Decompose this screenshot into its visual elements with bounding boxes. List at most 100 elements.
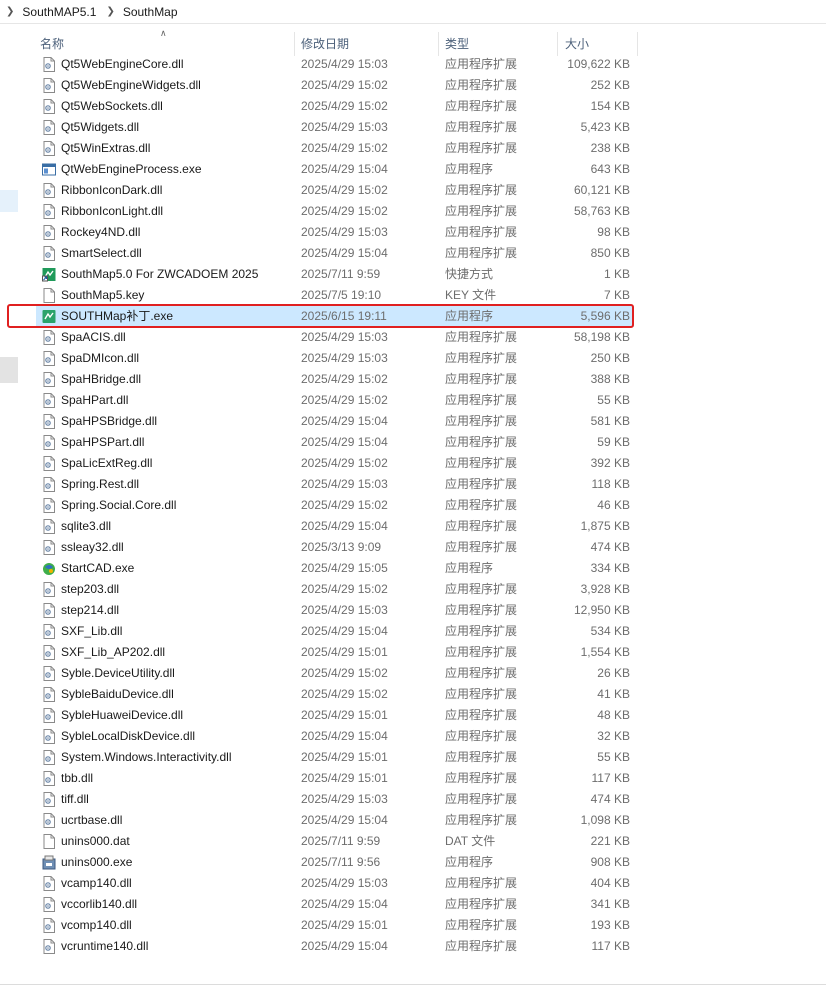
dll-icon (42, 330, 56, 345)
file-size: 534 KB (590, 624, 630, 638)
dll-icon (42, 120, 56, 135)
file-row[interactable]: Qt5WebEngineCore.dll 2025/4/29 15:03 应用程序扩… (36, 54, 634, 75)
chevron-right-icon[interactable]: ❯ (106, 6, 122, 17)
file-row[interactable]: vccorlib140.dll 2025/4/29 15:04 应用程序扩展 341 … (36, 894, 634, 915)
dll-icon (42, 414, 56, 429)
file-row[interactable]: SpaHPart.dll 2025/4/29 15:02 应用程序扩展 55 KB (36, 390, 634, 411)
file-name: StartCAD.exe (61, 561, 135, 575)
file-row[interactable]: SmartSelect.dll 2025/4/29 15:04 应用程序扩展 850 … (36, 243, 634, 264)
file-size: 643 KB (590, 162, 630, 176)
file-row[interactable]: vcamp140.dll 2025/4/29 15:03 应用程序扩展 404 KB (36, 873, 634, 894)
file-type: 应用程序扩展 (445, 120, 518, 134)
file-row[interactable]: SXF_Lib.dll 2025/4/29 15:04 应用程序扩展 534 KB (36, 621, 634, 642)
file-row[interactable]: SpaHBridge.dll 2025/4/29 15:02 应用程序扩展 388 K… (36, 369, 634, 390)
nav-pane-scroll-edge[interactable] (0, 357, 18, 383)
file-date-modified: 2025/4/29 15:02 (301, 456, 388, 470)
file-size: 58,763 KB (573, 204, 630, 218)
file-row[interactable]: step214.dll 2025/4/29 15:03 应用程序扩展 12,950 K… (36, 600, 634, 621)
file-type: 应用程序扩展 (445, 183, 518, 197)
file-type: 应用程序扩展 (445, 708, 518, 722)
dll-icon (42, 57, 56, 72)
file-size: 59 KB (597, 435, 630, 449)
file-row[interactable]: Syble.DeviceUtility.dll 2025/4/29 15:02 应用… (36, 663, 634, 684)
file-date-modified: 2025/4/29 15:04 (301, 435, 388, 449)
file-row[interactable]: unins000.exe 2025/7/11 9:56 应用程序 908 KB (36, 852, 634, 873)
chevron-right-icon[interactable]: ❯ (6, 6, 22, 17)
file-row[interactable]: SpaACIS.dll 2025/4/29 15:03 应用程序扩展 58,198 K… (36, 327, 634, 348)
header-size[interactable]: 大小 (565, 30, 589, 56)
file-date-modified: 2025/4/29 15:02 (301, 666, 388, 680)
dll-icon (42, 876, 56, 891)
header-name[interactable]: 名称 (40, 30, 64, 56)
file-date-modified: 2025/4/29 15:04 (301, 897, 388, 911)
dll-icon (42, 708, 56, 723)
file-row[interactable]: Qt5Widgets.dll 2025/4/29 15:03 应用程序扩展 5,423… (36, 117, 634, 138)
file-row[interactable]: SybleLocalDiskDevice.dll 2025/4/29 15:04 应… (36, 726, 634, 747)
file-row[interactable]: SXF_Lib_AP202.dll 2025/4/29 15:01 应用程序扩展 1,… (36, 642, 634, 663)
installer-exe-icon (42, 855, 56, 870)
file-row[interactable]: QtWebEngineProcess.exe 2025/4/29 15:04 应用程… (36, 159, 634, 180)
file-type: 应用程序扩展 (445, 435, 518, 449)
file-row[interactable]: SpaHPSPart.dll 2025/4/29 15:04 应用程序扩展 59 KB (36, 432, 634, 453)
file-row[interactable]: RibbonIconDark.dll 2025/4/29 15:02 应用程序扩展 6… (36, 180, 634, 201)
file-row[interactable]: step203.dll 2025/4/29 15:02 应用程序扩展 3,928 KB (36, 579, 634, 600)
dll-icon (42, 477, 56, 492)
file-row[interactable]: SybleBaiduDevice.dll 2025/4/29 15:02 应用程序扩… (36, 684, 634, 705)
file-row[interactable]: SpaDMIcon.dll 2025/4/29 15:03 应用程序扩展 250 KB (36, 348, 634, 369)
file-row[interactable]: StartCAD.exe 2025/4/29 15:05 应用程序 334 KB (36, 558, 634, 579)
column-divider[interactable] (557, 32, 558, 56)
southmap-shortcut-icon (42, 267, 56, 282)
dll-icon (42, 456, 56, 471)
file-row[interactable]: Qt5WinExtras.dll 2025/4/29 15:02 应用程序扩展 238… (36, 138, 634, 159)
file-row[interactable]: Qt5WebSockets.dll 2025/4/29 15:02 应用程序扩展 15… (36, 96, 634, 117)
file-row[interactable]: SOUTHMap补丁.exe 2025/6/15 19:11 应用程序 5,596 K… (36, 306, 634, 327)
file-size: 334 KB (590, 561, 630, 575)
file-row[interactable]: unins000.dat 2025/7/11 9:59 DAT 文件 221 KB (36, 831, 634, 852)
file-row[interactable]: vcruntime140.dll 2025/4/29 15:04 应用程序扩展 117… (36, 936, 634, 957)
file-row[interactable]: Rockey4ND.dll 2025/4/29 15:03 应用程序扩展 98 KB (36, 222, 634, 243)
file-row[interactable]: tiff.dll 2025/4/29 15:03 应用程序扩展 474 KB (36, 789, 634, 810)
file-name: SpaLicExtReg.dll (61, 456, 153, 470)
file-row[interactable]: ucrtbase.dll 2025/4/29 15:04 应用程序扩展 1,098 K… (36, 810, 634, 831)
nav-pane-selected-edge[interactable] (0, 190, 18, 212)
file-row[interactable]: SouthMap5.0 For ZWCADOEM 2025 2025/7/11 9… (36, 264, 634, 285)
breadcrumb-item-southmap51[interactable]: SouthMAP5.1 (22, 5, 106, 19)
file-date-modified: 2025/4/29 15:03 (301, 603, 388, 617)
file-type: 应用程序扩展 (445, 141, 518, 155)
dll-icon (42, 498, 56, 513)
file-name: RibbonIconLight.dll (61, 204, 164, 218)
file-row[interactable]: SouthMap5.key 2025/7/5 19:10 KEY 文件 7 KB (36, 285, 634, 306)
file-row[interactable]: tbb.dll 2025/4/29 15:01 应用程序扩展 117 KB (36, 768, 634, 789)
dll-icon (42, 624, 56, 639)
file-row[interactable]: SpaLicExtReg.dll 2025/4/29 15:02 应用程序扩展 392… (36, 453, 634, 474)
file-name: SouthMap5.key (61, 288, 145, 302)
file-row[interactable]: vcomp140.dll 2025/4/29 15:01 应用程序扩展 193 KB (36, 915, 634, 936)
header-type[interactable]: 类型 (445, 30, 469, 56)
breadcrumb-item-southmap[interactable]: SouthMap (123, 5, 188, 19)
file-type: 快捷方式 (445, 267, 494, 281)
file-row[interactable]: ssleay32.dll 2025/3/13 9:09 应用程序扩展 474 KB (36, 537, 634, 558)
column-divider[interactable] (294, 32, 295, 56)
file-date-modified: 2025/4/29 15:01 (301, 645, 388, 659)
column-divider[interactable] (438, 32, 439, 56)
file-size: 250 KB (590, 351, 630, 365)
header-date-modified[interactable]: 修改日期 (301, 30, 349, 56)
file-row[interactable]: Spring.Social.Core.dll 2025/4/29 15:02 应用程… (36, 495, 634, 516)
file-type: 应用程序扩展 (445, 939, 518, 953)
file-name: SpaHPSBridge.dll (61, 414, 158, 428)
file-row[interactable]: sqlite3.dll 2025/4/29 15:04 应用程序扩展 1,875 KB (36, 516, 634, 537)
file-size: 1,554 KB (580, 645, 630, 659)
file-row[interactable]: Spring.Rest.dll 2025/4/29 15:03 应用程序扩展 118 … (36, 474, 634, 495)
file-row[interactable]: Qt5WebEngineWidgets.dll 2025/4/29 15:02 应用… (36, 75, 634, 96)
column-divider[interactable] (637, 32, 638, 56)
file-row[interactable]: System.Windows.Interactivity.dll 2025/4/2… (36, 747, 634, 768)
file-row[interactable]: SpaHPSBridge.dll 2025/4/29 15:04 应用程序扩展 581… (36, 411, 634, 432)
file-type: 应用程序扩展 (445, 918, 518, 932)
file-type: 应用程序扩展 (445, 477, 518, 491)
file-row[interactable]: SybleHuaweiDevice.dll 2025/4/29 15:01 应用程序… (36, 705, 634, 726)
file-type: 应用程序扩展 (445, 729, 518, 743)
file-name: SmartSelect.dll (61, 246, 142, 260)
file-size: 850 KB (590, 246, 630, 260)
file-date-modified: 2025/7/11 9:56 (301, 855, 381, 869)
file-row[interactable]: RibbonIconLight.dll 2025/4/29 15:02 应用程序扩展… (36, 201, 634, 222)
